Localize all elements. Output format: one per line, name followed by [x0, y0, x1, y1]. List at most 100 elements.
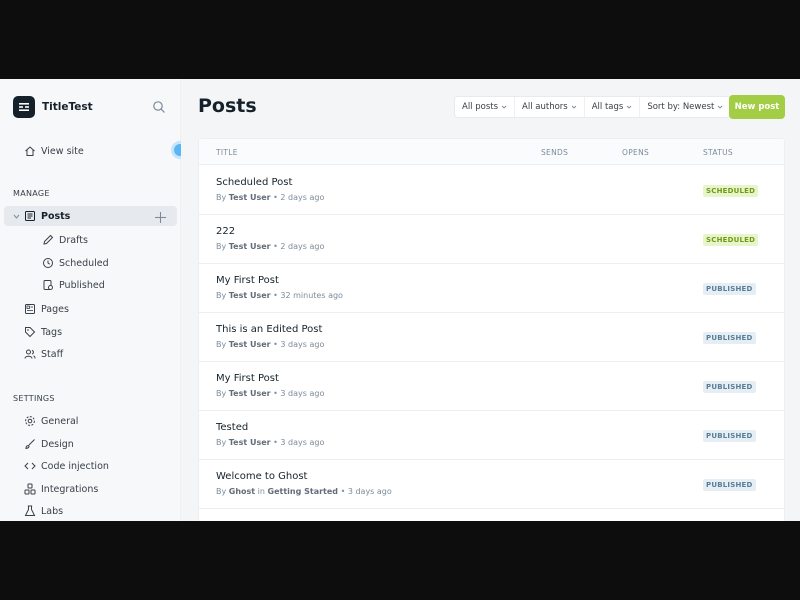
- sidebar: TitleTest View site MANAGE Posts Drafts …: [0, 79, 189, 521]
- nav-drafts-label: Drafts: [59, 234, 88, 246]
- table-row[interactable]: My First Post By Test User • 32 minutes …: [199, 264, 784, 313]
- chevron-down-icon: [717, 104, 723, 110]
- nav-staff-label: Staff: [41, 348, 64, 360]
- table-row[interactable]: My First Post By Test User • 3 days ago …: [199, 362, 784, 411]
- chevron-down-icon[interactable]: [12, 212, 21, 221]
- clock-icon: [42, 257, 54, 269]
- table-row[interactable]: Scheduled Post By Test User • 2 days ago…: [199, 166, 784, 215]
- ghost-admin-app: TitleTest View site MANAGE Posts Drafts …: [0, 79, 800, 521]
- filter-bar: All posts All authors All tags Sort by: …: [454, 96, 732, 118]
- post-by: By: [216, 340, 227, 349]
- letterbox-bottom: [0, 521, 800, 600]
- ghost-logo-icon: [13, 96, 35, 118]
- nav-drafts[interactable]: Drafts: [42, 232, 88, 248]
- pencil-icon: [42, 234, 54, 246]
- integrations-icon: [24, 483, 36, 495]
- nav-posts[interactable]: Posts: [12, 208, 70, 224]
- posts-table: TITLE SENDS OPENS STATUS Scheduled Post …: [198, 138, 785, 521]
- post-title: 222: [216, 226, 236, 237]
- post-by: By: [216, 389, 227, 398]
- brand[interactable]: TitleTest: [13, 96, 93, 118]
- nav-staff[interactable]: Staff: [24, 346, 63, 362]
- post-time: • 3 days ago: [273, 389, 325, 398]
- add-post-plus-icon[interactable]: [154, 209, 167, 223]
- post-by: By: [216, 242, 227, 251]
- filter-all-posts-label: All posts: [462, 102, 499, 112]
- column-title: TITLE: [216, 148, 238, 157]
- flask-icon: [24, 505, 36, 517]
- brand-name: TitleTest: [42, 101, 93, 113]
- post-title: Welcome to Ghost: [216, 471, 308, 482]
- post-meta: By Ghost in Getting Started • 3 days ago: [216, 487, 392, 496]
- status-badge: PUBLISHED: [703, 283, 756, 295]
- code-icon: [24, 460, 36, 472]
- post-time: • 3 days ago: [273, 340, 325, 349]
- filter-all-tags[interactable]: All tags: [585, 97, 641, 117]
- published-icon: [42, 279, 54, 291]
- post-meta: By Test User • 2 days ago: [216, 242, 324, 251]
- filter-all-posts[interactable]: All posts: [455, 97, 516, 117]
- post-author: Test User: [228, 242, 271, 251]
- nav-scheduled-label: Scheduled: [59, 257, 109, 269]
- nav-pages[interactable]: Pages: [24, 301, 69, 317]
- status-badge: SCHEDULED: [703, 234, 759, 246]
- nav-design-label: Design: [41, 438, 74, 450]
- letterbox-top: [0, 0, 800, 79]
- post-author: Test User: [228, 438, 271, 447]
- posts-icon: [24, 210, 36, 222]
- status-badge: PUBLISHED: [703, 381, 756, 393]
- brush-icon: [24, 438, 36, 450]
- status-badge: PUBLISHED: [703, 430, 756, 442]
- nav-general[interactable]: General: [24, 413, 78, 429]
- post-tag: Getting Started: [267, 487, 339, 496]
- post-title: Scheduled Post: [216, 177, 293, 188]
- settings-section-heading: SETTINGS: [13, 394, 55, 403]
- nav-integrations[interactable]: Integrations: [24, 481, 98, 497]
- post-time: • 2 days ago: [273, 242, 325, 251]
- post-time: • 2 days ago: [273, 193, 325, 202]
- table-row[interactable]: This is an Edited Post By Test User • 3 …: [199, 313, 784, 362]
- post-by: By: [216, 438, 227, 447]
- search-icon[interactable]: [152, 99, 168, 115]
- filter-all-tags-label: All tags: [591, 102, 624, 112]
- page-title: Posts: [198, 95, 257, 117]
- filter-sort-label: Sort by: Newest: [647, 102, 715, 112]
- filter-sort[interactable]: Sort by: Newest: [640, 97, 730, 117]
- post-title: This is an Edited Post: [216, 324, 323, 335]
- column-status: STATUS: [703, 148, 733, 157]
- post-time: • 3 days ago: [340, 487, 392, 496]
- home-icon: [24, 145, 36, 157]
- post-time: • 32 minutes ago: [273, 291, 343, 300]
- nav-view-site[interactable]: View site: [24, 143, 84, 159]
- status-badge: SCHEDULED: [703, 185, 759, 197]
- post-title: Tested: [216, 422, 249, 433]
- nav-view-site-label: View site: [41, 145, 84, 157]
- chevron-down-icon: [626, 104, 632, 110]
- nav-general-label: General: [41, 415, 79, 427]
- post-meta: By Test User • 3 days ago: [216, 340, 324, 349]
- new-post-button[interactable]: New post: [729, 95, 785, 119]
- nav-labs[interactable]: Labs: [24, 503, 63, 519]
- main-content: Posts All posts All authors All tags Sor…: [181, 79, 800, 521]
- table-row[interactable]: Tested By Test User • 3 days ago PUBLISH…: [199, 411, 784, 460]
- nav-tags[interactable]: Tags: [24, 324, 62, 340]
- table-row[interactable]: 222 By Test User • 2 days ago SCHEDULED: [199, 215, 784, 264]
- post-title: My First Post: [216, 275, 279, 286]
- post-meta: By Test User • 3 days ago: [216, 438, 324, 447]
- tag-icon: [24, 326, 36, 338]
- post-author: Test User: [228, 291, 271, 300]
- nav-labs-label: Labs: [41, 505, 64, 517]
- post-author: Test User: [228, 193, 271, 202]
- nav-code-injection[interactable]: Code injection: [24, 458, 109, 474]
- post-meta: By Test User • 32 minutes ago: [216, 291, 343, 300]
- filter-all-authors[interactable]: All authors: [515, 97, 585, 117]
- column-sends: SENDS: [541, 148, 569, 157]
- nav-published[interactable]: Published: [42, 277, 105, 293]
- nav-scheduled[interactable]: Scheduled: [42, 255, 109, 271]
- chevron-down-icon: [501, 104, 507, 110]
- nav-published-label: Published: [59, 279, 105, 291]
- table-row[interactable]: Welcome to Ghost By Ghost in Getting Sta…: [199, 460, 784, 509]
- nav-integrations-label: Integrations: [41, 483, 99, 495]
- nav-pages-label: Pages: [41, 303, 69, 315]
- nav-design[interactable]: Design: [24, 436, 74, 452]
